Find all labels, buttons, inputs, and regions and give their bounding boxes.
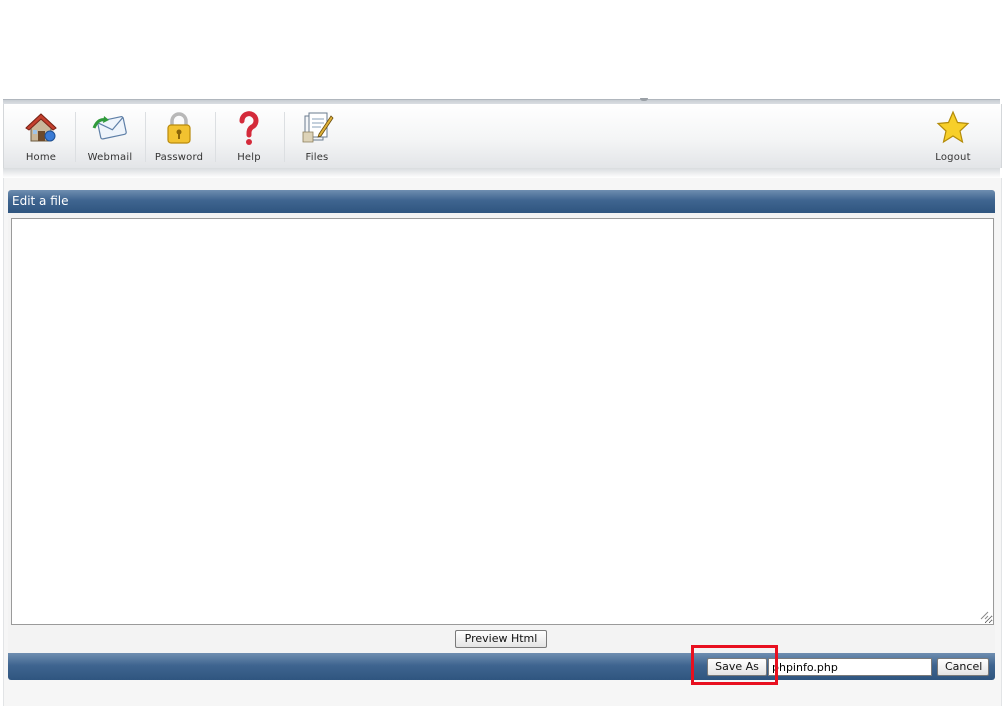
home-icon	[25, 113, 57, 142]
cancel-button[interactable]: Cancel	[937, 658, 989, 676]
files-label: Files	[305, 152, 329, 163]
help-button[interactable]: Help	[215, 104, 283, 166]
question-mark-icon	[239, 111, 259, 145]
file-content-editor[interactable]	[11, 218, 994, 625]
home-label: Home	[25, 152, 57, 163]
password-label: Password	[154, 152, 204, 163]
filename-input[interactable]	[768, 658, 932, 676]
files-button[interactable]: Files	[283, 104, 351, 166]
webmail-button[interactable]: Webmail	[76, 104, 144, 166]
preview-html-button[interactable]: Preview Html	[455, 630, 547, 648]
section-header: Edit a file	[8, 190, 995, 213]
save-as-button[interactable]: Save As	[707, 658, 767, 676]
main-toolbar: Home Webmail Password Help Files Logout	[3, 104, 1002, 168]
logout-button[interactable]: Logout	[919, 104, 987, 166]
resize-grip-icon[interactable]	[980, 611, 989, 620]
toolbar-shadow	[3, 168, 1000, 178]
logout-label: Logout	[935, 152, 971, 163]
page-title: Edit a file	[12, 194, 69, 208]
password-button[interactable]: Password	[145, 104, 213, 166]
files-icon	[302, 112, 334, 143]
help-label: Help	[237, 152, 261, 163]
webmail-icon	[92, 116, 127, 140]
webmail-label: Webmail	[87, 152, 133, 163]
home-button[interactable]: Home	[7, 104, 75, 166]
star-icon	[936, 110, 970, 144]
padlock-icon	[167, 112, 191, 144]
